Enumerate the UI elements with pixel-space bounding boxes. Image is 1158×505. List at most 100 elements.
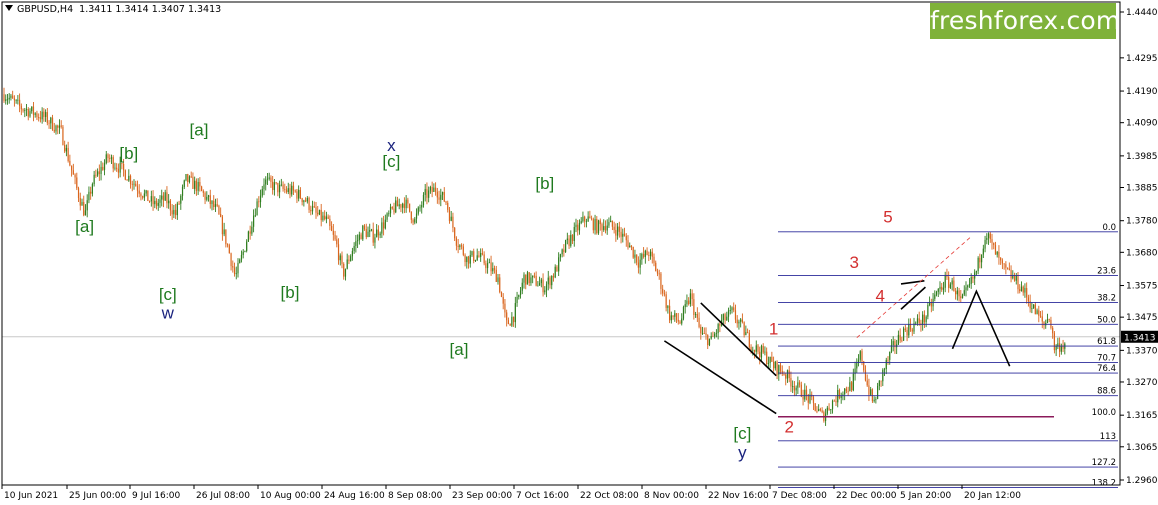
candle-body: [540, 279, 542, 284]
candle-body: [746, 331, 749, 333]
candle-body: [254, 215, 256, 217]
candle-body: [298, 189, 300, 199]
candle-body: [1053, 333, 1056, 351]
candle-body: [294, 190, 296, 192]
candle-body: [502, 296, 504, 304]
candle-body: [306, 198, 308, 202]
candle-body: [648, 255, 650, 256]
wave-label: [b]: [119, 144, 138, 163]
candle-body: [599, 220, 601, 225]
candle-body: [850, 382, 853, 391]
price-chart[interactable]: 0.023.638.250.061.870.776.488.6100.01131…: [0, 0, 1158, 505]
candle-body: [96, 171, 99, 176]
candle-body: [317, 212, 319, 215]
candle-body: [835, 400, 837, 403]
candle-body: [72, 170, 74, 175]
candle-body: [216, 204, 218, 206]
y-tick-label: 1.3780: [1126, 217, 1158, 227]
candle-body: [1062, 346, 1064, 349]
candle-body: [173, 209, 175, 215]
candle-body: [268, 177, 270, 179]
x-tick-label: 7 Dec 08:00: [772, 491, 827, 501]
candle-body: [533, 275, 536, 277]
candle-body: [883, 369, 886, 370]
candle-body: [467, 256, 470, 264]
candle-body: [351, 250, 354, 257]
candle-body: [272, 181, 274, 191]
candle-body: [922, 314, 924, 326]
candle-body: [622, 233, 624, 237]
candle-body: [577, 224, 579, 231]
candle-body: [941, 286, 943, 290]
candle-body: [433, 187, 435, 192]
candle-body: [722, 314, 724, 321]
candlestick-series: [3, 87, 1066, 426]
candle-body: [246, 241, 248, 252]
candle-body: [927, 304, 929, 317]
candle-body: [798, 382, 801, 385]
candle-body: [287, 188, 289, 193]
candle-body: [143, 193, 146, 198]
candle-body: [772, 361, 775, 369]
candle-body: [566, 238, 568, 241]
candle-body: [923, 314, 926, 323]
candle-body: [265, 179, 267, 185]
candle-body: [833, 400, 835, 402]
candle-body: [24, 110, 26, 111]
candle-body: [804, 389, 806, 400]
candle-body: [856, 363, 858, 369]
candle-body: [318, 209, 321, 215]
candle-body: [285, 189, 288, 193]
candle-body: [77, 188, 80, 199]
candle-body: [355, 241, 357, 246]
candle-body: [902, 328, 905, 341]
candle-body: [637, 262, 640, 268]
candle-body: [462, 246, 464, 255]
candle-body: [753, 349, 756, 352]
candle-body: [17, 99, 19, 101]
chart-ohlc: 1.3411 1.3414 1.3407 1.3413: [79, 4, 222, 15]
candle-body: [980, 254, 983, 263]
candle-body: [421, 205, 423, 208]
candle-body: [48, 122, 50, 124]
candle-body: [979, 257, 981, 263]
candle-body: [483, 254, 485, 264]
candle-body: [122, 164, 125, 171]
candle-body: [88, 191, 90, 201]
candle-body: [278, 184, 281, 193]
candle-body: [159, 199, 161, 203]
candle-body: [603, 226, 605, 230]
dropdown-triangle-icon[interactable]: [5, 5, 13, 11]
candle-body: [372, 229, 374, 243]
candle-body: [154, 200, 156, 205]
candle-body: [64, 144, 66, 152]
candle-body: [450, 216, 452, 221]
candle-body: [218, 205, 220, 215]
y-tick-label: 1.4295: [1126, 54, 1158, 64]
candle-body: [247, 231, 250, 242]
candle-body: [379, 233, 381, 236]
candle-body: [993, 242, 995, 246]
candle-body: [610, 220, 612, 223]
chart-axes: 1.4440 1.4295 1.4190 1.4090 1.3985 1.3885 1.37…: [1, 1, 1158, 501]
candle-body: [266, 178, 269, 180]
candle-body: [395, 200, 397, 213]
wave-label: [b]: [535, 174, 554, 193]
candle-body: [348, 259, 350, 262]
candle-body: [904, 328, 906, 331]
candle-body: [925, 316, 927, 323]
candle-body: [694, 314, 697, 315]
candle-body: [658, 273, 660, 275]
candle-body: [168, 200, 170, 204]
candle-body: [476, 255, 478, 260]
candle-body: [792, 385, 794, 387]
candle-body: [402, 203, 404, 208]
candle-body: [542, 279, 544, 293]
candle-body: [1048, 319, 1050, 320]
candle-body: [240, 254, 243, 260]
candle-body: [367, 231, 369, 238]
candle-body: [918, 318, 920, 324]
candle-body: [493, 268, 496, 270]
candle-body: [1043, 321, 1045, 326]
candle-body: [764, 351, 766, 353]
